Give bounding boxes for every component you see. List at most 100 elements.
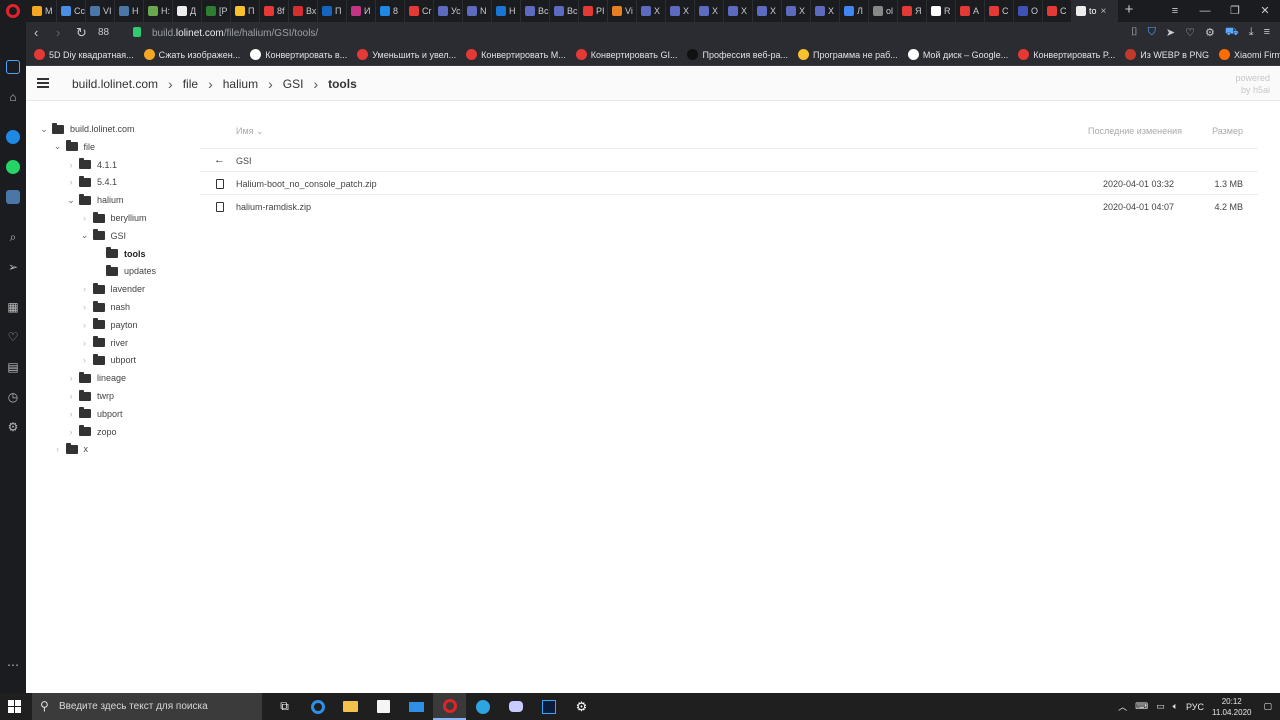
bookmark-item[interactable]: Программа не раб... xyxy=(798,49,898,60)
task-view-icon[interactable]: ⧉ xyxy=(268,693,301,720)
browser-tab[interactable]: N xyxy=(463,0,492,22)
browser-tab[interactable]: Л xyxy=(840,0,869,22)
bookmark-item[interactable]: Профессия веб-ра... xyxy=(687,49,788,60)
browser-tab[interactable]: M xyxy=(28,0,57,22)
explorer-icon[interactable] xyxy=(334,693,367,720)
browser-tab[interactable]: R xyxy=(927,0,956,22)
volume-icon[interactable]: 🔈︎ xyxy=(1173,701,1178,712)
messenger-icon[interactable] xyxy=(6,130,20,144)
hamburger-icon[interactable] xyxy=(37,78,49,88)
bookmark-item[interactable]: Уменьшить и увел... xyxy=(357,49,456,60)
browser-tab[interactable]: Вс xyxy=(521,0,550,22)
tree-item[interactable]: › ubport xyxy=(65,405,123,423)
active-tab[interactable]: to × xyxy=(1072,0,1118,22)
tree-item[interactable]: › nash xyxy=(79,298,130,316)
browser-tab[interactable]: C xyxy=(1043,0,1072,22)
browser-tab[interactable]: A xyxy=(956,0,985,22)
tree-item[interactable]: › 4.1.1 xyxy=(65,156,117,174)
tree-item[interactable]: tools xyxy=(92,245,146,263)
back-icon[interactable]: ‹ xyxy=(34,25,38,41)
zoom-level[interactable]: 88 xyxy=(98,27,109,38)
header-name[interactable]: Имя ⌄ xyxy=(236,126,264,137)
chevron-down-icon[interactable]: ⌄ xyxy=(79,230,91,241)
browser-tab[interactable]: Д xyxy=(173,0,202,22)
speed-dial-icon[interactable] xyxy=(6,60,20,74)
chevron-right-icon[interactable]: › xyxy=(65,373,77,383)
header-size[interactable]: Размер xyxy=(1212,126,1243,136)
tree-item[interactable]: › beryllium xyxy=(79,209,147,227)
breadcrumb-item[interactable]: build.lolinet.com xyxy=(72,77,158,91)
home-icon[interactable]: ⌂ xyxy=(6,90,20,104)
chevron-right-icon[interactable]: › xyxy=(79,213,91,223)
tree-item[interactable]: › payton xyxy=(79,316,138,334)
tree-item[interactable]: › lavender xyxy=(79,280,145,298)
reload-icon[interactable]: ↻ xyxy=(76,25,87,41)
file-row[interactable]: halium-ramdisk.zip 2020-04-01 04:07 4.2 MB xyxy=(200,194,1258,217)
language-indicator[interactable]: РУС xyxy=(1186,702,1204,712)
browser-tab[interactable]: Cr xyxy=(405,0,434,22)
chevron-down-icon[interactable]: ⌄ xyxy=(52,141,64,152)
menu-icon[interactable]: ≡ xyxy=(1264,26,1270,40)
cart-icon[interactable]: ⛟ xyxy=(1225,26,1239,40)
heart-icon[interactable]: ♡ xyxy=(6,330,20,344)
opera-taskbar-icon[interactable] xyxy=(433,693,466,720)
chevron-right-icon[interactable]: › xyxy=(52,444,64,454)
history-icon[interactable]: ◷ xyxy=(6,390,20,404)
opera-logo-icon[interactable] xyxy=(6,4,20,18)
browser-tab[interactable]: X xyxy=(782,0,811,22)
breadcrumb-item[interactable]: halium xyxy=(223,77,258,91)
maximize-icon[interactable]: ❐ xyxy=(1220,0,1250,22)
tree-item[interactable]: › river xyxy=(79,334,128,352)
store-icon[interactable] xyxy=(367,693,400,720)
settings-icon[interactable]: ⚙ xyxy=(6,420,20,434)
browser-tab[interactable]: VI xyxy=(86,0,115,22)
tree-item[interactable]: › zopo xyxy=(65,423,117,441)
browser-tab[interactable]: Я xyxy=(898,0,927,22)
forward-icon[interactable]: › xyxy=(56,25,60,41)
browser-tab[interactable]: Вх xyxy=(289,0,318,22)
clock[interactable]: 20:12 11.04.2020 xyxy=(1212,696,1251,718)
send-icon[interactable]: ➢ xyxy=(6,260,20,274)
bookmark-item[interactable]: Конвертировать GI... xyxy=(575,49,677,60)
heart-icon[interactable]: ♡ xyxy=(1185,26,1195,40)
browser-tab[interactable]: X xyxy=(811,0,840,22)
lock-icon[interactable] xyxy=(133,27,141,37)
telegram-icon[interactable] xyxy=(466,693,499,720)
chevron-right-icon[interactable]: › xyxy=(79,355,91,365)
discord-icon[interactable] xyxy=(499,693,532,720)
new-tab-button[interactable]: + xyxy=(1118,0,1140,22)
browser-tab[interactable]: Вс xyxy=(550,0,579,22)
search-icon[interactable]: ⌕ xyxy=(6,230,20,244)
breadcrumb-item[interactable]: tools xyxy=(328,77,357,91)
bookmark-item[interactable]: Конвертировать P... xyxy=(1018,49,1115,60)
chevron-right-icon[interactable]: › xyxy=(65,391,77,401)
windows-start-icon[interactable] xyxy=(8,700,21,713)
download-icon[interactable]: ⤓ xyxy=(1249,26,1254,40)
parent-folder-row[interactable]: ← GSI xyxy=(200,148,1258,171)
breadcrumb-item[interactable]: GSI xyxy=(283,77,304,91)
url-field[interactable]: build.lolinet.com/file/halium/GSI/tools/ xyxy=(152,28,318,39)
chevron-down-icon[interactable]: ⌄ xyxy=(65,195,77,206)
settings-icon[interactable]: ⚙ xyxy=(1205,26,1215,40)
browser-tab[interactable]: Ус xyxy=(434,0,463,22)
notifications-icon[interactable]: ▢ xyxy=(1263,701,1272,712)
edge-icon[interactable] xyxy=(301,693,334,720)
browser-tab[interactable]: X xyxy=(637,0,666,22)
browser-tab[interactable]: И xyxy=(347,0,376,22)
more-icon[interactable]: ⋯ xyxy=(6,658,20,672)
shield-icon[interactable]: ⛉ xyxy=(1148,26,1156,40)
browser-tab[interactable]: П xyxy=(318,0,347,22)
tree-item[interactable]: › ubport xyxy=(79,351,136,369)
tree-item[interactable]: ⌄ build.lolinet.com xyxy=(38,120,135,138)
tray-chevron-icon[interactable]: ︿ xyxy=(1118,700,1127,713)
powered-by[interactable]: powered by h5ai xyxy=(1235,72,1270,96)
bookmark-item[interactable]: Мой диск – Google... xyxy=(907,49,1008,60)
browser-tab[interactable]: H: xyxy=(144,0,173,22)
browser-tab[interactable]: [P xyxy=(202,0,231,22)
chevron-right-icon[interactable]: › xyxy=(79,302,91,312)
bookmark-item[interactable]: Сжать изображен... xyxy=(143,49,240,60)
taskbar-search[interactable]: ⚲ Введите здесь текст для поиска xyxy=(32,693,262,720)
browser-tab[interactable]: Н xyxy=(492,0,521,22)
tree-item[interactable]: › lineage xyxy=(65,369,126,387)
bookmark-item[interactable]: 5D Diy квадратная... xyxy=(34,49,134,60)
